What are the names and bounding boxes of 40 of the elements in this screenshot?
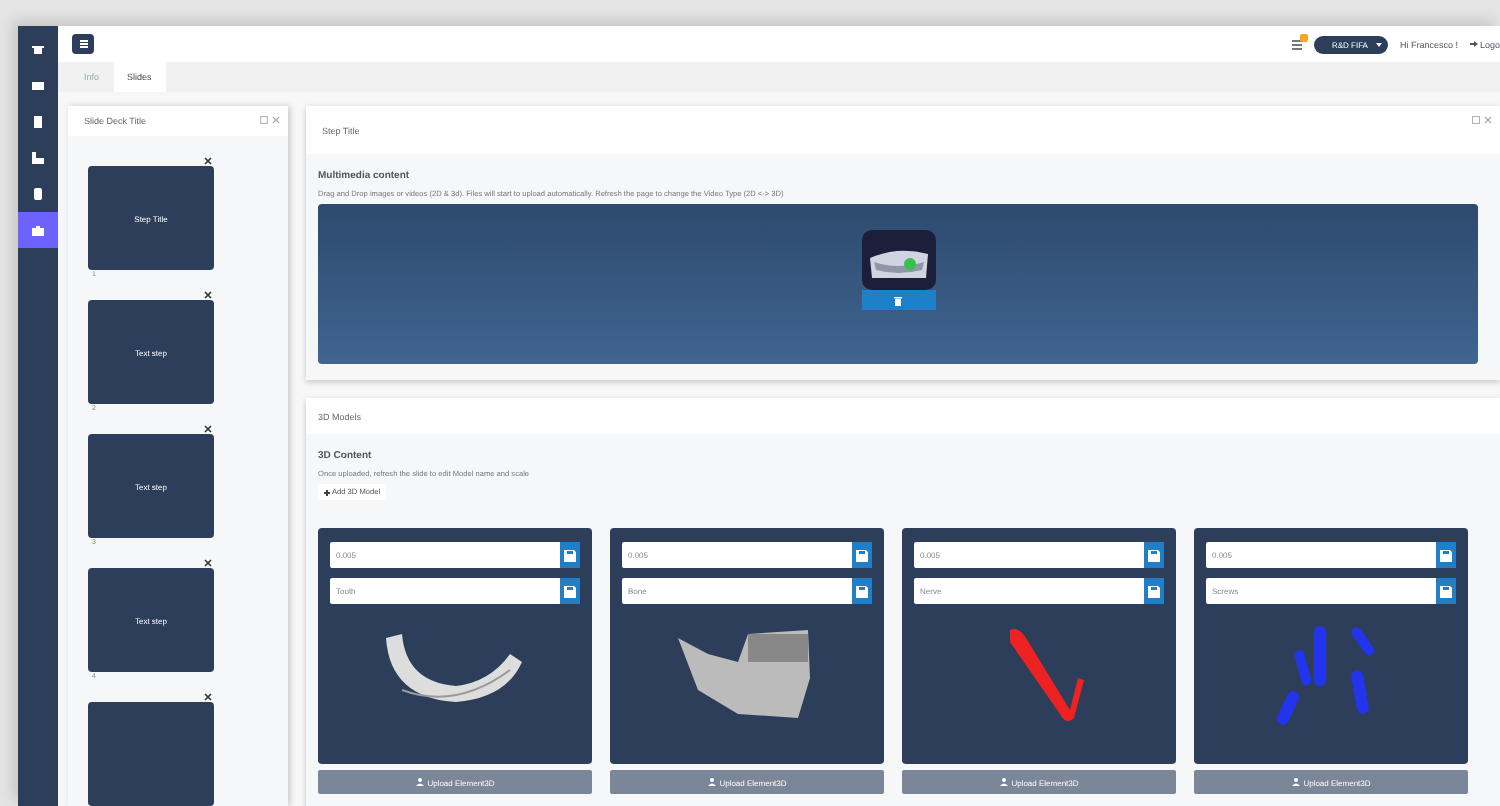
close-icon[interactable] (204, 558, 212, 568)
chart-icon (32, 152, 44, 164)
slide-thumbnail[interactable] (88, 702, 214, 806)
save-icon (1148, 549, 1160, 561)
caret-icon (1375, 41, 1382, 47)
save-button[interactable] (1436, 578, 1456, 604)
logout-icon (1469, 40, 1478, 48)
save-icon (564, 549, 576, 561)
menu-button[interactable] (72, 34, 94, 54)
save-button[interactable] (1144, 542, 1164, 568)
close-icon[interactable] (204, 424, 212, 434)
save-button[interactable] (1144, 578, 1164, 604)
save-icon (856, 549, 868, 561)
person-icon (415, 778, 424, 786)
plus-icon (324, 489, 330, 495)
menu-icon (79, 40, 87, 48)
delete-button[interactable] (861, 290, 935, 310)
person-icon (999, 778, 1008, 786)
save-icon (1148, 585, 1160, 597)
save-button[interactable] (852, 578, 872, 604)
save-icon (1440, 549, 1452, 561)
save-icon (856, 585, 868, 597)
save-button[interactable] (560, 542, 580, 568)
trash-icon (894, 295, 902, 305)
shirt-icon (32, 44, 44, 56)
save-button[interactable] (852, 542, 872, 568)
list-icon[interactable] (1291, 39, 1302, 49)
close-icon[interactable] (204, 692, 212, 702)
save-button[interactable] (1436, 542, 1456, 568)
close-icon[interactable] (204, 290, 212, 300)
person-icon (707, 778, 716, 786)
card-icon (32, 80, 44, 92)
save-button[interactable] (560, 578, 580, 604)
document-icon (32, 116, 44, 128)
briefcase-icon (32, 224, 44, 236)
save-icon (564, 585, 576, 597)
person-icon (1291, 778, 1300, 786)
file-icon (32, 188, 44, 200)
close-icon[interactable] (204, 156, 212, 166)
save-icon (1440, 585, 1452, 597)
